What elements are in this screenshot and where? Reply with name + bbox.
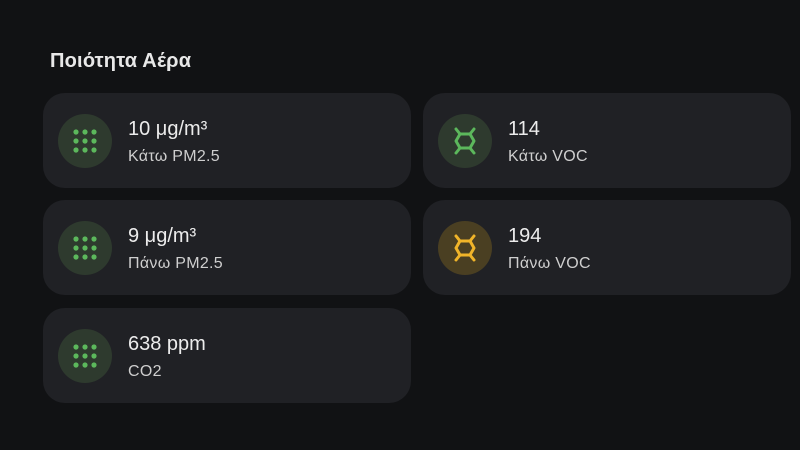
sensor-card-co2[interactable]: 638 ppm CO2 [43,308,411,403]
sensor-card-lower-pm25[interactable]: 10 μg/m³ Κάτω PM2.5 [43,93,411,188]
molecule-icon [438,221,492,275]
sensor-value: 638 ppm [128,333,206,355]
sensor-value: 10 μg/m³ [128,118,208,140]
dots-grid-icon [58,114,112,168]
air-quality-section: Ποιότητα Αέρα 10 μg/m³ Κάτω PM2.5 114 Κά… [0,0,800,450]
sensor-label: Κάτω PM2.5 [128,148,220,165]
sensor-value: 9 μg/m³ [128,225,197,247]
sensor-label: Πάνω VOC [508,255,591,272]
sensor-label: Πάνω PM2.5 [128,255,223,272]
sensor-value: 194 [508,225,542,247]
sensor-label: CO2 [128,363,162,380]
sensor-card-upper-voc[interactable]: 194 Πάνω VOC [423,200,791,295]
sensor-card-lower-voc[interactable]: 114 Κάτω VOC [423,93,791,188]
section-title: Ποιότητα Αέρα [50,50,192,72]
sensor-label: Κάτω VOC [508,148,588,165]
dots-grid-icon [58,221,112,275]
molecule-icon [438,114,492,168]
sensor-value: 114 [508,118,540,140]
dots-grid-icon [58,329,112,383]
sensor-card-upper-pm25[interactable]: 9 μg/m³ Πάνω PM2.5 [43,200,411,295]
